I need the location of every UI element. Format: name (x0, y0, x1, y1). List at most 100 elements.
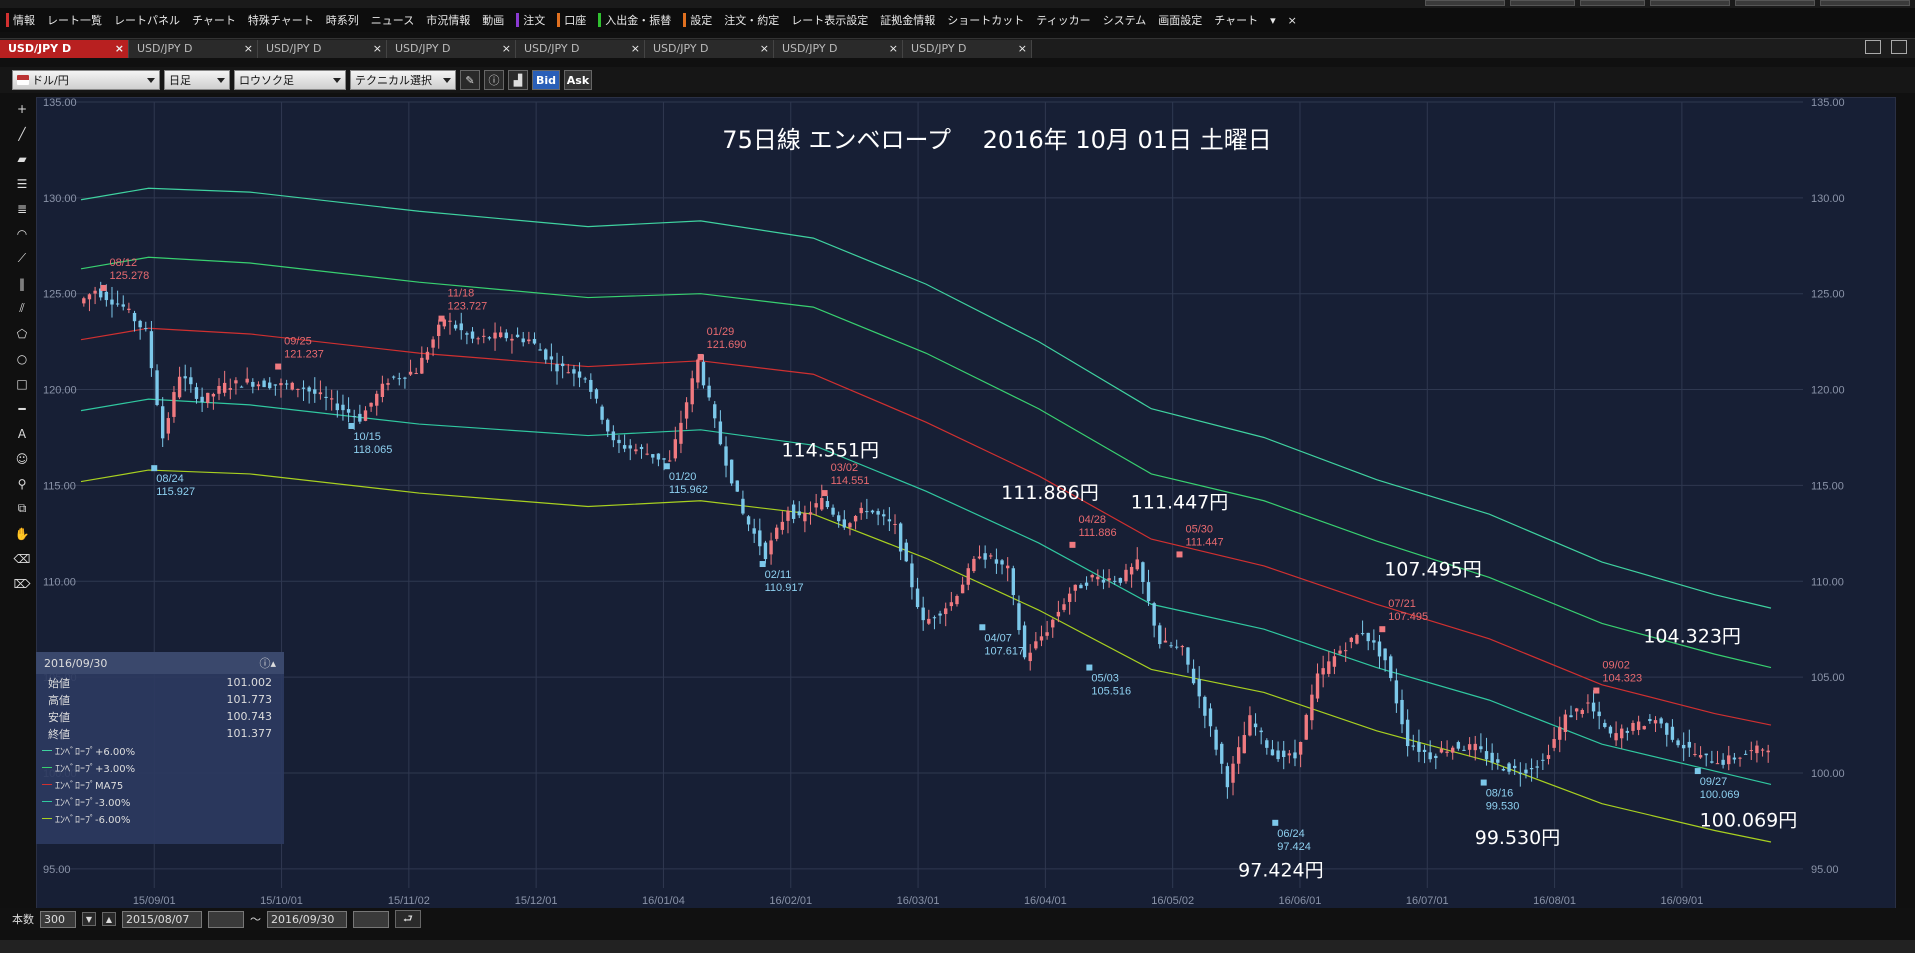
chart-tab[interactable]: USD/JPY D × (774, 39, 903, 58)
crosshair-icon[interactable]: + (12, 98, 32, 119)
smiley-icon[interactable]: ☺ (12, 448, 32, 469)
candle-body (1315, 673, 1320, 699)
menu-item[interactable]: チャート (186, 10, 242, 30)
fibonacci-icon[interactable]: ≣ (12, 198, 32, 219)
menu-item[interactable]: レート一覧 (41, 10, 108, 30)
menu-item[interactable]: ニュース (365, 10, 420, 30)
menu-item[interactable]: 入出金・振替 (592, 10, 677, 30)
info-icon[interactable]: ⓘ (484, 70, 504, 90)
chart-area[interactable]: 95.0095.00100.00100.00105.00105.00110.00… (36, 97, 1896, 909)
range-to-time-input[interactable] (353, 910, 389, 928)
top-strip-button[interactable] (1425, 0, 1505, 6)
chart-tab[interactable]: USD/JPY D × (645, 39, 774, 58)
menu-item[interactable]: 特殊チャート (242, 10, 320, 30)
candle-body (555, 364, 559, 372)
close-icon[interactable]: × (889, 42, 898, 55)
count-input[interactable]: 300 (40, 910, 76, 928)
vertical-lines-icon[interactable]: ‖ (12, 273, 32, 294)
menu-item[interactable]: ティッカー (1030, 10, 1096, 30)
chart-tab-label: USD/JPY D (782, 42, 838, 55)
currency-pair-select[interactable]: ドル/円 (12, 70, 160, 90)
count-down-icon[interactable]: ▼ (82, 912, 96, 926)
menu-item[interactable]: 画面設定 (1152, 10, 1208, 30)
menu-item[interactable]: 動画 (476, 10, 510, 30)
range-to-input[interactable]: 2016/09/30 (267, 910, 347, 928)
candle-body (1366, 632, 1370, 642)
text-icon[interactable]: A (12, 423, 32, 444)
fan-icon[interactable]: ⟋ (12, 248, 32, 269)
legend-entry: ｴﾝﾍﾞﾛｰﾌﾟ-6.00% (36, 810, 284, 827)
menu-item[interactable]: 時系列 (320, 10, 365, 30)
ask-button[interactable]: Ask (564, 70, 592, 90)
close-icon[interactable]: × (1018, 42, 1027, 55)
candle-body (887, 519, 892, 522)
hline-icon[interactable]: ━ (12, 398, 32, 419)
arc-icon[interactable]: ◠ (12, 223, 32, 244)
menu-item[interactable]: 情報 (0, 10, 41, 30)
close-icon[interactable]: × (244, 42, 253, 55)
candle-body (673, 439, 678, 459)
menu-item[interactable]: チャート (1208, 10, 1264, 30)
circle-icon[interactable]: ○ (12, 348, 32, 369)
chart-tab[interactable]: USD/JPY D × (258, 39, 387, 58)
eraser-all-icon[interactable]: ⌦ (12, 573, 32, 594)
menu-item[interactable]: レート表示設定 (785, 10, 874, 30)
period-select[interactable]: 日足 (164, 70, 230, 90)
range-from-time-input[interactable] (208, 910, 244, 928)
menu-close-icon[interactable]: × (1282, 10, 1303, 30)
menu-item[interactable]: 市況情報 (420, 10, 476, 30)
pentagon-icon[interactable]: ⬠ (12, 323, 32, 344)
menu-overflow-icon[interactable]: ▾ (1264, 10, 1282, 30)
top-strip-button[interactable] (1650, 0, 1730, 6)
chart-tab[interactable]: USD/JPY D × (516, 39, 645, 58)
close-icon[interactable]: × (373, 42, 382, 55)
trendline-icon[interactable]: ╱ (12, 123, 32, 144)
top-strip-button[interactable] (1580, 0, 1645, 6)
horizontal-lines-icon[interactable]: ☰ (12, 173, 32, 194)
maximize-icon[interactable] (1865, 40, 1881, 54)
chart-tab[interactable]: USD/JPY D × (129, 39, 258, 58)
candle-body (977, 556, 982, 559)
pencil-icon[interactable]: ✎ (460, 70, 480, 90)
rectangle-icon[interactable]: □ (12, 373, 32, 394)
candle-body (1158, 625, 1162, 645)
menu-item[interactable]: 注文 (510, 10, 551, 30)
candle-body (1405, 719, 1410, 747)
copy-icon[interactable]: ⧉ (12, 498, 32, 519)
chart-tab[interactable]: USD/JPY D × (387, 39, 516, 58)
close-icon[interactable]: × (631, 42, 640, 55)
ruler-icon[interactable]: ▰ (12, 148, 32, 169)
technical-select[interactable]: テクニカル選択 (350, 70, 456, 90)
top-strip-button[interactable] (1735, 0, 1815, 6)
menu-item[interactable]: 口座 (551, 10, 592, 30)
eraser-icon[interactable]: ⌫ (12, 548, 32, 569)
menu-item[interactable]: ショートカット (941, 10, 1030, 30)
menu-item[interactable]: 証拠金情報 (874, 10, 941, 30)
chart-type-select[interactable]: ロウソク足 (234, 70, 346, 90)
top-strip-button[interactable] (1510, 0, 1575, 6)
magnet-icon[interactable]: ⚲ (12, 473, 32, 494)
pitchfork-icon[interactable]: ⫽ (12, 298, 32, 319)
close-icon[interactable]: × (115, 42, 124, 55)
restore-icon[interactable] (1891, 40, 1907, 54)
menu-item[interactable]: 注文・約定 (718, 10, 785, 30)
close-icon[interactable]: × (502, 42, 511, 55)
count-up-icon[interactable]: ▲ (102, 912, 116, 926)
price-chart[interactable]: 95.0095.00100.00100.00105.00105.00110.00… (37, 98, 1897, 910)
candle-body (1146, 582, 1151, 602)
chart-tab[interactable]: USD/JPY D × (903, 39, 1032, 58)
chart-tab[interactable]: USD/JPY D × (0, 39, 129, 58)
top-strip-button[interactable] (1820, 0, 1910, 6)
hand-icon[interactable]: ✋ (12, 523, 32, 544)
range-from-input[interactable]: 2015/08/07 (122, 910, 202, 928)
area-chart-icon[interactable]: ▟ (508, 70, 528, 90)
x-tick-label: 15/11/02 (388, 895, 430, 907)
close-icon[interactable]: × (760, 42, 769, 55)
bid-button[interactable]: Bid (532, 70, 560, 90)
candle-body (1124, 569, 1128, 582)
menu-item[interactable]: 設定 (677, 10, 718, 30)
menu-item[interactable]: レートパネル (108, 10, 186, 30)
reload-icon[interactable]: ⮐ (395, 910, 421, 928)
info-panel-toggle-icon[interactable]: ⓘ▴ (259, 655, 276, 671)
menu-item[interactable]: システム (1097, 10, 1153, 30)
